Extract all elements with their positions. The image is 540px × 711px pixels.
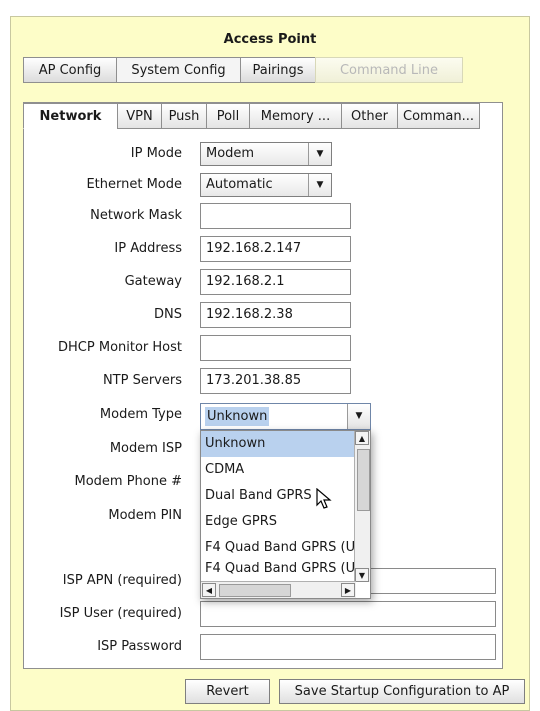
mouse-pointer-icon (316, 488, 332, 509)
scroll-left-arrow-icon[interactable]: ◀ (202, 583, 216, 597)
dns-field[interactable]: 192.168.2.38 (200, 302, 351, 328)
scroll-down-arrow-icon[interactable]: ▼ (355, 568, 369, 582)
modem-pin-label: Modem PIN (108, 508, 182, 523)
ntp-servers-label: NTP Servers (102, 373, 182, 388)
tab-commands[interactable]: Comman... (397, 103, 480, 129)
save-startup-config-button[interactable]: Save Startup Configuration to AP (279, 679, 525, 704)
gateway-label: Gateway (124, 274, 182, 289)
vertical-scroll-thumb[interactable] (357, 449, 370, 511)
isp-password-field[interactable] (200, 634, 496, 660)
isp-apn-label: ISP APN (required) (62, 573, 182, 588)
dropdown-option-unknown[interactable]: Unknown (201, 431, 354, 457)
modem-phone-label: Modem Phone # (74, 474, 182, 489)
chevron-down-icon: ▼ (347, 404, 370, 429)
dhcp-monitor-host-label: DHCP Monitor Host (58, 340, 182, 355)
horizontal-scroll-thumb[interactable] (219, 584, 291, 597)
ethernet-mode-value: Automatic (206, 177, 273, 192)
ethernet-mode-label: Ethernet Mode (86, 177, 182, 192)
tab-network[interactable]: Network (23, 103, 118, 129)
tab-push[interactable]: Push (161, 103, 207, 129)
isp-user-field[interactable] (200, 601, 496, 627)
tab-other[interactable]: Other (341, 103, 398, 129)
tab-ap-config[interactable]: AP Config (23, 57, 117, 83)
dropdown-vertical-scrollbar[interactable]: ▲ ▼ (354, 431, 370, 582)
dropdown-option-edge-gprs[interactable]: Edge GPRS (201, 509, 354, 535)
tab-memory[interactable]: Memory ... (249, 103, 342, 129)
modem-isp-label: Modem ISP (109, 441, 182, 456)
sub-tab-bar: Network VPN Push Poll Memory ... Other C… (23, 103, 480, 129)
ntp-servers-field[interactable]: 173.201.38.85 (200, 368, 351, 394)
tab-system-config[interactable]: System Config (116, 57, 241, 83)
ip-mode-value: Modem (206, 146, 255, 161)
isp-user-label: ISP User (required) (59, 606, 182, 621)
dropdown-horizontal-scrollbar[interactable]: ◀ ▶ (201, 581, 356, 598)
scroll-right-arrow-icon[interactable]: ▶ (341, 583, 355, 597)
modem-type-select[interactable]: Unknown ▼ (200, 403, 371, 430)
dropdown-option-cdma[interactable]: CDMA (201, 457, 354, 483)
dhcp-monitor-host-field[interactable] (200, 335, 351, 361)
dropdown-option-f4-quad-band-gprs-2[interactable]: F4 Quad Band GPRS (U (201, 561, 354, 579)
ip-address-label: IP Address (114, 241, 182, 256)
scroll-up-arrow-icon[interactable]: ▲ (355, 431, 369, 445)
page-title: Access Point (223, 32, 317, 47)
tab-pairings[interactable]: Pairings (240, 57, 316, 83)
top-tab-bar: AP Config System Config Pairings Command… (23, 57, 463, 83)
modem-type-label: Modem Type (99, 407, 182, 422)
network-mask-label: Network Mask (90, 208, 182, 223)
tab-command-line: Command Line (315, 57, 463, 83)
network-mask-field[interactable] (200, 203, 351, 229)
chevron-down-icon: ▼ (308, 174, 331, 196)
chevron-down-icon: ▼ (308, 143, 331, 165)
tab-vpn[interactable]: VPN (117, 103, 162, 129)
revert-button[interactable]: Revert (185, 679, 270, 704)
dns-label: DNS (154, 307, 182, 322)
modem-type-dropdown-list[interactable]: Unknown CDMA Dual Band GPRS Edge GPRS F4… (200, 430, 371, 599)
ip-address-field[interactable]: 192.168.2.147 (200, 236, 351, 262)
ethernet-mode-select[interactable]: Automatic ▼ (200, 173, 332, 197)
tab-poll[interactable]: Poll (206, 103, 250, 129)
modem-type-value: Unknown (205, 407, 270, 426)
ip-mode-select[interactable]: Modem ▼ (200, 142, 332, 166)
ip-mode-label: IP Mode (130, 146, 182, 161)
dropdown-option-f4-quad-band-gprs[interactable]: F4 Quad Band GPRS (U (201, 535, 354, 561)
gateway-field[interactable]: 192.168.2.1 (200, 269, 351, 295)
isp-password-label: ISP Password (97, 639, 182, 654)
